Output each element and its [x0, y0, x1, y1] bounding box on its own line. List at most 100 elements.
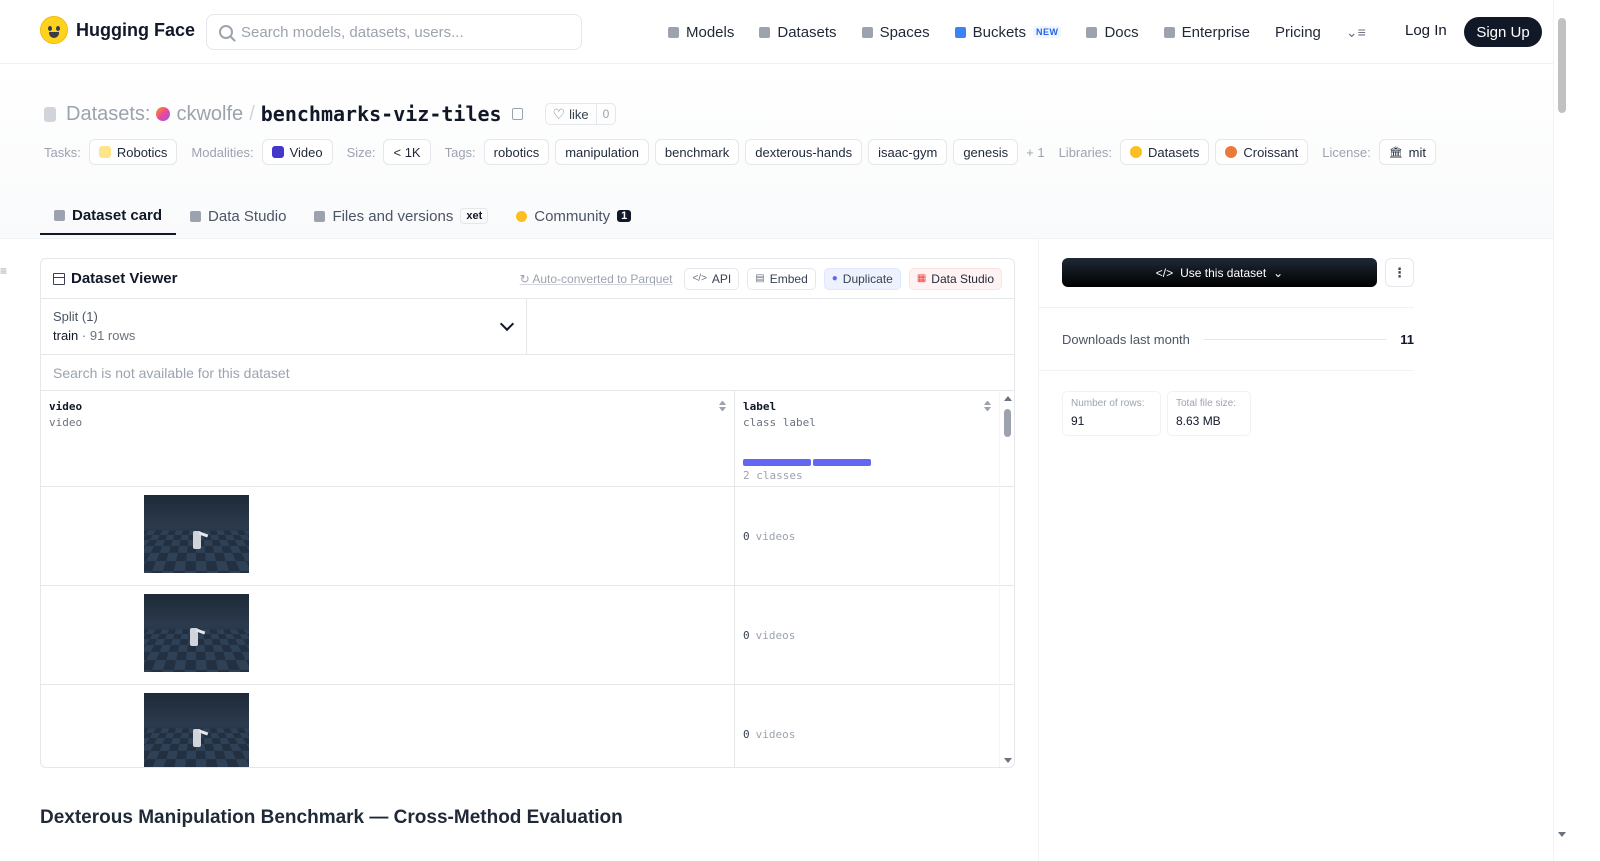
more-options-icon[interactable]: ⋮	[1385, 258, 1414, 287]
video-cell	[41, 685, 735, 767]
use-this-dataset-label: Use this dataset	[1180, 265, 1267, 280]
task-tag-label: Robotics	[116, 144, 168, 160]
duplicate-label: Duplicate	[842, 271, 893, 286]
nav-enterprise[interactable]: Enterprise	[1163, 23, 1251, 41]
video-thumbnail[interactable]	[144, 693, 249, 767]
tag-isaac-gym[interactable]: isaac-gym	[868, 139, 948, 165]
section-label[interactable]: Datasets:	[66, 103, 150, 126]
right-gutter	[1568, 0, 1600, 861]
size-tag[interactable]: < 1K	[383, 139, 431, 165]
table-row[interactable]: 0 videos	[41, 487, 1014, 586]
license-tag[interactable]: 🏛 mit	[1378, 139, 1437, 165]
sidebar-toggle-icon[interactable]: ≡	[0, 264, 7, 278]
logo[interactable]: Hugging Face	[40, 16, 195, 44]
task-tag[interactable]: Robotics	[88, 139, 178, 165]
size-label: Size:	[346, 144, 376, 160]
tasks-label: Tasks:	[44, 144, 81, 160]
scrollbar-thumb[interactable]	[1004, 409, 1011, 437]
bank-icon: 🏛	[1388, 146, 1403, 159]
hugging-face-icon	[1130, 146, 1143, 158]
table-row[interactable]: 0 videos	[41, 586, 1014, 685]
database-icon	[759, 26, 771, 38]
divider	[1039, 307, 1414, 308]
owner-link[interactable]: ckwolfe	[176, 103, 243, 126]
class-distribution-bar[interactable]	[743, 459, 871, 466]
search-box[interactable]	[206, 14, 582, 50]
column-label[interactable]: label class label 2 classes	[735, 391, 999, 486]
nav-models[interactable]: Models	[668, 24, 734, 41]
login-link[interactable]: Log In	[1405, 22, 1447, 39]
tag-robotics[interactable]: robotics	[483, 139, 550, 165]
file-size-value: 8.63 MB	[1176, 414, 1221, 428]
page-scrollbar-thumb[interactable]	[1558, 18, 1566, 113]
table-header: video video label class label 2 classes	[41, 391, 1014, 487]
class-bar-segment[interactable]	[813, 459, 871, 466]
column-video[interactable]: video video	[41, 391, 735, 486]
library-croissant[interactable]: Croissant	[1215, 139, 1309, 165]
nav-spaces-label: Spaces	[879, 23, 930, 41]
sort-icon[interactable]	[984, 401, 991, 413]
book-icon	[1086, 26, 1098, 38]
nav-enterprise-label: Enterprise	[1181, 23, 1251, 41]
tag-dexterous-hands[interactable]: dexterous-hands	[745, 139, 863, 165]
nav-pricing[interactable]: Pricing	[1275, 24, 1321, 41]
nav-datasets-label: Datasets	[777, 23, 837, 41]
video-thumbnail[interactable]	[144, 495, 249, 573]
signup-button[interactable]: Sign Up	[1464, 17, 1542, 47]
embed-label: Embed	[769, 271, 808, 286]
file-size-label: Total file size:	[1176, 398, 1237, 409]
like-label: like	[569, 106, 589, 122]
table-scrollbar[interactable]	[999, 391, 1014, 767]
repo-name[interactable]: benchmarks-viz-tiles	[261, 102, 502, 126]
nav-datasets[interactable]: Datasets	[759, 23, 837, 41]
split-value: train · 91 rows	[53, 328, 136, 343]
tags-label: Tags:	[444, 144, 476, 160]
nav-pricing-label: Pricing	[1275, 23, 1321, 41]
tab-data-studio[interactable]: Data Studio	[176, 198, 300, 234]
menu-icon[interactable]: ⌄≡	[1346, 24, 1366, 41]
community-icon	[516, 210, 528, 222]
tab-files-and-versions[interactable]: Files and versions xet	[300, 198, 502, 234]
files-icon	[314, 210, 326, 222]
grid-icon	[861, 26, 873, 38]
tab-dataset-card[interactable]: Dataset card	[40, 198, 177, 235]
duplicate-button[interactable]: ● Duplicate	[823, 267, 901, 290]
column-label-name: label	[743, 400, 777, 413]
enterprise-icon	[1163, 26, 1175, 38]
embed-button[interactable]: ▤ Embed	[747, 267, 816, 290]
copy-icon[interactable]	[511, 108, 523, 120]
table-row[interactable]: 0 videos	[41, 685, 1014, 767]
search-input[interactable]	[241, 23, 561, 41]
auto-converted-link[interactable]: ↻ Auto-converted to Parquet	[520, 272, 673, 286]
tab-community[interactable]: Community 1	[502, 198, 645, 234]
nav-links: Models Datasets Spaces Buckets NEW Docs E…	[668, 0, 1402, 64]
label-value: 0	[743, 628, 750, 642]
data-studio-button[interactable]: ▦ Data Studio	[908, 267, 1002, 290]
library-datasets[interactable]: Datasets	[1120, 139, 1210, 165]
downloads-value: 11	[1400, 332, 1414, 347]
use-this-dataset-button[interactable]: </> Use this dataset ⌄	[1062, 258, 1377, 287]
nav-spaces[interactable]: Spaces	[861, 23, 930, 41]
like-button[interactable]: ♡ like 0	[544, 103, 617, 125]
modality-tag[interactable]: Video	[261, 139, 333, 165]
class-bar-segment[interactable]	[743, 459, 811, 466]
tag-benchmark[interactable]: benchmark	[654, 139, 740, 165]
api-button[interactable]: </> API	[684, 267, 740, 290]
tag-manipulation[interactable]: manipulation	[555, 139, 649, 165]
nav-docs[interactable]: Docs	[1086, 24, 1139, 41]
sort-icon[interactable]	[719, 401, 726, 413]
scroll-down-icon[interactable]	[1004, 758, 1012, 763]
nav-buckets-label: Buckets	[972, 23, 1026, 41]
auto-converted-text: Auto-converted to Parquet	[532, 271, 673, 286]
scroll-up-icon[interactable]	[1004, 396, 1012, 401]
video-thumbnail[interactable]	[144, 594, 249, 672]
scroll-down-icon[interactable]	[1558, 832, 1566, 837]
split-selector[interactable]: Split (1) train · 91 rows	[41, 299, 527, 354]
owner-avatar	[156, 107, 171, 121]
tag-genesis[interactable]: genesis	[953, 139, 1019, 165]
nav-buckets[interactable]: Buckets NEW	[954, 23, 1062, 41]
readme-title: Dexterous Manipulation Benchmark — Cross…	[40, 807, 623, 828]
more-tags-button[interactable]: + 1	[1026, 145, 1044, 160]
page-scrollbar[interactable]	[1553, 0, 1568, 861]
table-icon	[53, 272, 65, 285]
